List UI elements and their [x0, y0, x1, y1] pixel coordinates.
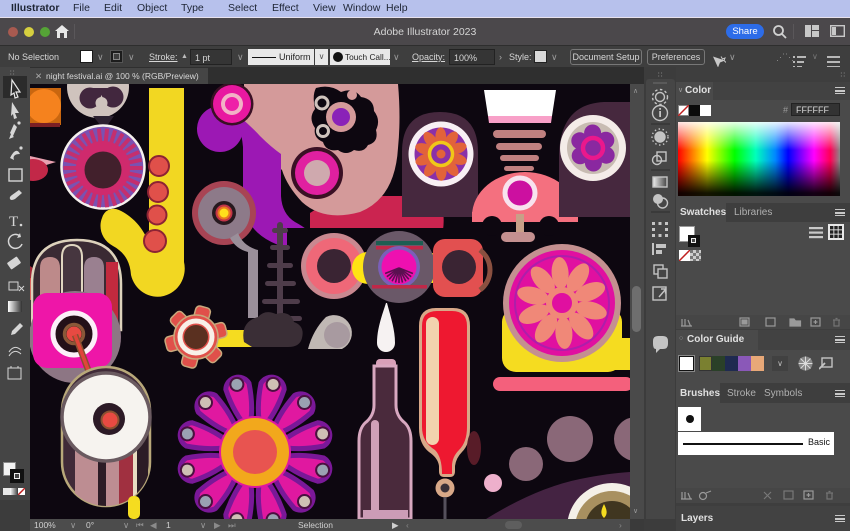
svg-text:T: T [9, 214, 18, 230]
